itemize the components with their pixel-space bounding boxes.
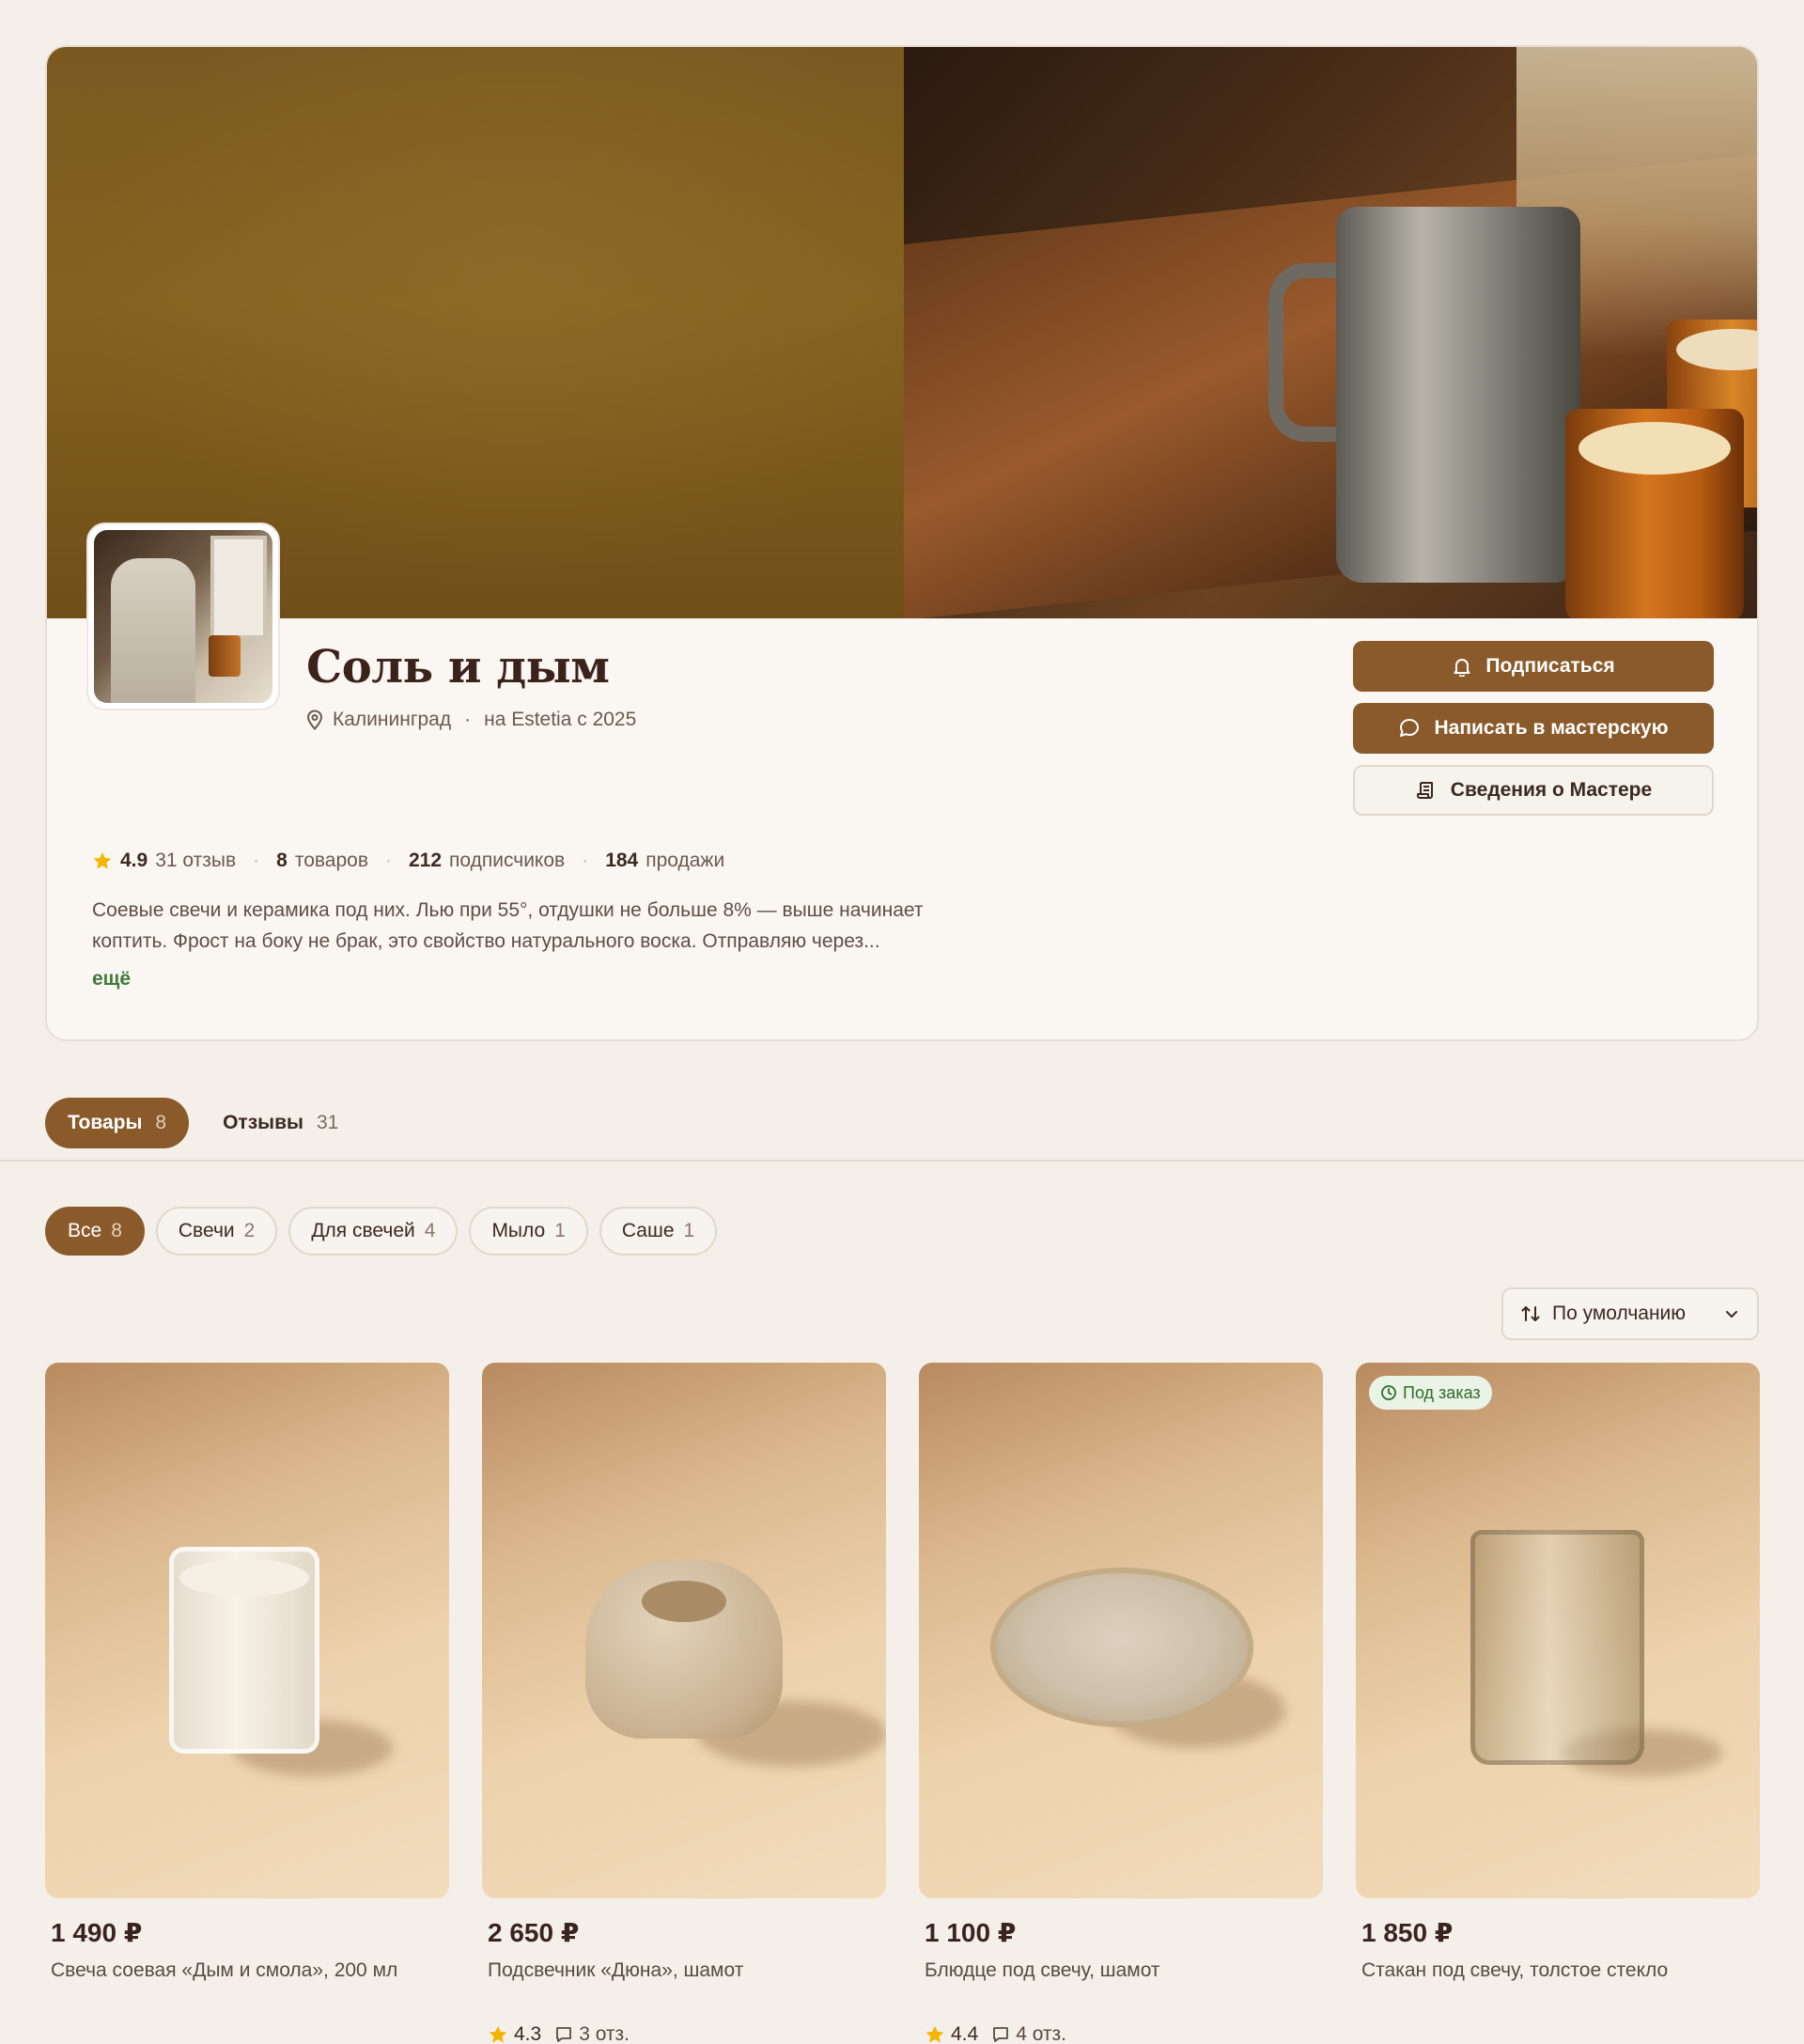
product-card[interactable]: 1 490 ₽ Свеча соевая «Дым и смола», 200 … [45,1363,449,1982]
shop-bio: Соевые свечи и керамика под них. Лью при… [92,899,924,952]
about-button-label: Сведения о Мастере [1450,779,1653,801]
product-card[interactable]: 1 100 ₽ Блюдце под свечу, шамот 4.4 4 от… [919,1363,1323,2044]
product-image[interactable] [919,1363,1323,1898]
shop-city: Калининград [333,709,452,730]
category-filters: Все 8 Свечи 2 Для свечей 4 Мыло 1 Саше 1 [45,1207,718,1256]
sales-count: 184 [605,850,639,871]
star-icon [925,2025,944,2043]
shop-since: на Estetia с 2025 [484,709,637,730]
clock-icon [1381,1385,1396,1400]
sort-arrows-icon [1521,1306,1540,1321]
shop-header-card: Соль и дым Калининград · на Estetia с 20… [45,45,1759,1041]
about-master-button[interactable]: Сведения о Мастере [1353,765,1714,816]
product-price: 1 490 ₽ [51,1918,143,1947]
candle-holder-illustration [585,1560,783,1739]
filter-chip-sachet[interactable]: Саше 1 [599,1207,718,1256]
tab-reviews[interactable]: Отзывы 31 [217,1098,344,1148]
product-name[interactable]: Блюдце под свечу, шамот [925,1959,1323,1982]
rating-value: 4.9 [120,850,148,871]
chevron-down-icon [1726,1311,1737,1318]
product-card[interactable]: 2 650 ₽ Подсвечник «Дюна», шамот 4.3 3 о… [482,1363,886,2044]
comment-icon [556,2027,572,2042]
glass-cup-illustration [1470,1530,1644,1765]
shop-title: Соль и дым [306,641,610,694]
shop-meta: Калининград · на Estetia с 2025 [306,709,636,731]
products-label: товаров [294,850,368,871]
product-card[interactable]: Под заказ 1 850 ₽ Стакан под свечу, толс… [1356,1363,1760,1982]
meta-separator: · [464,709,472,730]
chat-bubble-icon [1400,719,1420,737]
plate-illustration [990,1568,1253,1727]
shop-stats: 4.9 31 отзыв · 8 товаров · 212 подписчик… [92,850,724,872]
product-name[interactable]: Подсвечник «Дюна», шамот [488,1959,886,1982]
candle-illustration [1565,409,1744,618]
product-rating: 4.4 4 отз. [925,2023,1323,2044]
tabs-divider [0,1160,1804,1162]
reviews-count: 31 отзыв [155,850,237,871]
jug-illustration [1336,207,1580,583]
made-to-order-badge: Под заказ [1369,1376,1492,1410]
comment-icon [993,2027,1009,2042]
filter-chip-candles[interactable]: Свечи 2 [155,1207,278,1256]
cover-image [47,47,1757,618]
product-image[interactable] [45,1363,449,1898]
candle-glass-illustration [169,1547,319,1754]
products-count: 8 [276,850,288,871]
filter-chip-for-candles[interactable]: Для свечей 4 [288,1207,459,1256]
sales-label: продажи [645,850,725,871]
sort-label: По умолчанию [1552,1303,1687,1324]
section-tabs: Товары 8 Отзывы 31 [45,1098,344,1148]
product-price: 1 850 ₽ [1361,1918,1454,1947]
subscribe-button[interactable]: Подписаться [1353,641,1714,692]
sort-dropdown[interactable]: По умолчанию [1501,1287,1759,1340]
star-icon [93,851,112,869]
cover-photo [904,47,1757,618]
star-icon [489,2025,507,2043]
scroll-icon [1416,782,1433,799]
product-name[interactable]: Стакан под свечу, толстое стекло [1361,1959,1760,1982]
tab-products[interactable]: Товары 8 [45,1098,190,1148]
message-workshop-button[interactable]: Написать в мастерскую [1353,703,1714,754]
subscribe-button-label: Подписаться [1485,655,1615,677]
product-price: 1 100 ₽ [925,1918,1017,1947]
location-pin-icon [306,710,323,730]
bell-icon [1454,659,1470,677]
product-price: 2 650 ₽ [488,1918,580,1947]
product-image[interactable]: Под заказ [1356,1363,1760,1898]
shop-avatar[interactable] [86,523,280,710]
filter-chip-soap[interactable]: Мыло 1 [469,1207,588,1256]
subscribers-count: 212 [409,850,443,871]
product-rating: 4.3 3 отз. [488,2023,886,2044]
product-name[interactable]: Свеча соевая «Дым и смола», 200 мл [51,1959,449,1982]
product-image[interactable] [482,1363,886,1898]
subscribers-label: подписчиков [449,850,566,871]
bio-more-link[interactable]: ещё [92,968,131,991]
filter-chip-all[interactable]: Все 8 [45,1207,145,1256]
message-button-label: Написать в мастерскую [1434,717,1669,739]
